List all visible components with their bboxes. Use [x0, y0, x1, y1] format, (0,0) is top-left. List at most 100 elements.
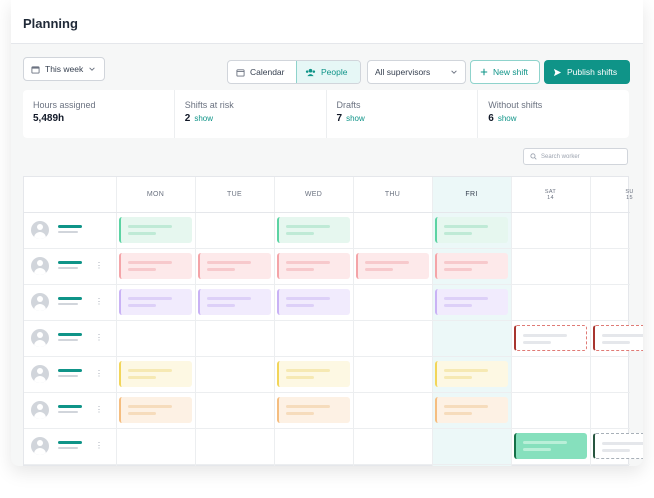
stat-value: 2 — [184, 113, 191, 124]
shift-block[interactable] — [356, 253, 429, 279]
day-header[interactable]: SU 15 — [590, 177, 643, 212]
shift-line — [523, 441, 567, 444]
avatar — [31, 293, 49, 311]
show-link[interactable]: show — [346, 114, 365, 123]
shift-line — [444, 369, 488, 372]
chevron-down-icon — [88, 65, 96, 73]
day-header[interactable]: TUE — [195, 177, 274, 212]
people-view-button[interactable]: People — [296, 61, 360, 83]
stat-label: Without shifts — [488, 100, 543, 110]
worker-row: ⋮ — [24, 248, 630, 284]
send-icon — [553, 68, 562, 77]
shift-block[interactable] — [119, 397, 192, 423]
day-header[interactable]: SAT 14 — [511, 177, 590, 212]
shift-block[interactable] — [119, 361, 192, 387]
stat-label: Drafts — [336, 100, 361, 110]
day-header[interactable]: MON — [116, 177, 195, 212]
shift-block[interactable] — [593, 433, 643, 459]
stat-value-wrap: 6 show — [488, 113, 619, 124]
shift-line — [365, 261, 409, 264]
day-label: WED — [304, 191, 323, 198]
day-label: THU — [384, 191, 401, 198]
plus-icon — [480, 68, 488, 76]
shift-block[interactable] — [435, 361, 508, 387]
shift-line — [286, 261, 330, 264]
shift-block[interactable] — [119, 289, 192, 315]
shift-line — [286, 369, 330, 372]
publish-shifts-button[interactable]: Publish shifts — [544, 60, 630, 84]
more-options-icon[interactable]: ⋮ — [95, 370, 103, 378]
more-options-icon[interactable]: ⋮ — [95, 262, 103, 270]
shift-block[interactable] — [435, 397, 508, 423]
shift-line — [286, 304, 314, 307]
shift-block[interactable] — [435, 253, 508, 279]
shift-line — [523, 448, 551, 451]
publish-label: Publish shifts — [567, 67, 618, 77]
day-date: 14 — [547, 194, 554, 201]
shift-line — [523, 334, 567, 337]
shift-line — [444, 261, 488, 264]
shift-line — [602, 449, 630, 452]
avatar — [31, 437, 49, 455]
shift-line — [286, 268, 314, 271]
page-title: Planning — [23, 16, 78, 31]
shift-line — [444, 225, 488, 228]
more-options-icon[interactable]: ⋮ — [95, 298, 103, 306]
view-switch: Calendar People — [227, 60, 361, 84]
show-link[interactable]: show — [194, 114, 213, 123]
period-dropdown[interactable]: This week — [23, 57, 105, 81]
stat-shifts-at-risk: Shifts at risk 2 show — [175, 90, 327, 138]
worker-role-placeholder — [58, 411, 78, 413]
shift-block[interactable] — [277, 217, 350, 243]
shift-block[interactable] — [514, 433, 587, 459]
shift-block[interactable] — [435, 289, 508, 315]
shift-line — [444, 232, 472, 235]
shift-line — [128, 225, 172, 228]
shift-block[interactable] — [593, 325, 643, 351]
avatar — [31, 221, 49, 239]
shift-block[interactable] — [119, 217, 192, 243]
worker-role-placeholder — [58, 375, 78, 377]
shift-block[interactable] — [277, 397, 350, 423]
stats-panel: Hours assigned 5,489h Shifts at risk 2 sh… — [23, 90, 629, 138]
shift-line — [128, 304, 156, 307]
stat-value-wrap: 2 show — [185, 113, 316, 124]
more-options-icon[interactable]: ⋮ — [95, 442, 103, 450]
new-shift-button[interactable]: New shift — [470, 60, 540, 84]
shift-block[interactable] — [277, 253, 350, 279]
show-link[interactable]: show — [498, 114, 517, 123]
day-label: TUE — [227, 191, 242, 198]
worker-role-placeholder — [58, 267, 78, 269]
stat-drafts: Drafts 7 show — [327, 90, 479, 138]
avatar — [31, 257, 49, 275]
shift-block[interactable] — [277, 361, 350, 387]
stat-value: 6 — [488, 113, 494, 124]
calendar-view-button[interactable]: Calendar — [228, 61, 296, 83]
stat-hours-assigned: Hours assigned 5,489h — [23, 90, 175, 138]
avatar — [31, 365, 49, 383]
shift-block[interactable] — [514, 325, 587, 351]
stat-label: Hours assigned — [33, 100, 96, 110]
shift-line — [207, 304, 235, 307]
period-label: This week — [45, 64, 84, 74]
shift-line — [128, 369, 172, 372]
supervisors-select[interactable]: All supervisors — [367, 60, 466, 84]
search-worker-input[interactable]: Search worker — [523, 148, 628, 165]
shift-line — [444, 297, 488, 300]
avatar — [31, 329, 49, 347]
shift-block[interactable] — [119, 253, 192, 279]
more-options-icon[interactable]: ⋮ — [95, 406, 103, 414]
more-options-icon[interactable]: ⋮ — [95, 334, 103, 342]
worker-row: ⋮ — [24, 356, 630, 392]
calendar-icon — [31, 65, 40, 74]
shift-block[interactable] — [198, 253, 271, 279]
calendar-view-label: Calendar — [250, 67, 285, 77]
shift-line — [602, 442, 643, 445]
day-header[interactable]: THU — [353, 177, 432, 212]
shift-block[interactable] — [277, 289, 350, 315]
shift-line — [207, 297, 251, 300]
shift-block[interactable] — [198, 289, 271, 315]
shift-block[interactable] — [435, 217, 508, 243]
day-header[interactable]: FRI — [432, 177, 511, 212]
day-header[interactable]: WED — [274, 177, 353, 212]
